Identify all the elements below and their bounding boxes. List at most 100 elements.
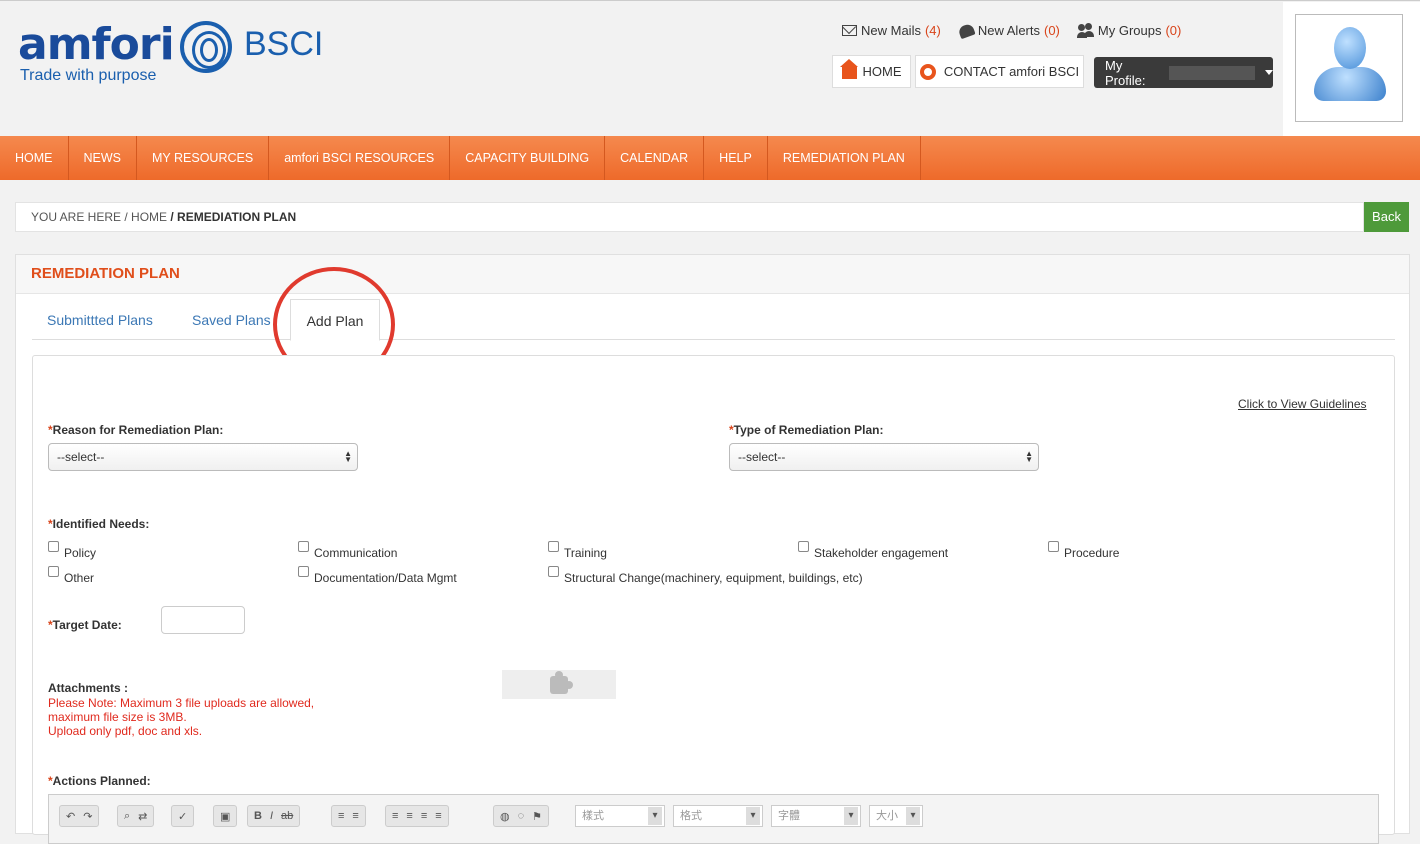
font-dropdown[interactable]: 字體 bbox=[771, 805, 861, 827]
breadcrumb-current: / REMEDIATION PLAN bbox=[170, 210, 297, 224]
add-plan-form: Click to View Guidelines *Reason for Rem… bbox=[32, 355, 1395, 844]
avatar-panel bbox=[1283, 2, 1420, 136]
need-policy[interactable]: Policy bbox=[48, 540, 96, 560]
reason-select-value: --select-- bbox=[57, 450, 105, 464]
need-procedure[interactable]: Procedure bbox=[1048, 540, 1119, 560]
nav-amfori-bsci-resources[interactable]: amfori BSCI RESOURCES bbox=[269, 136, 451, 180]
find-icon[interactable]: ⌕ bbox=[124, 810, 130, 823]
need-label: Policy bbox=[64, 546, 97, 560]
breadcrumb: YOU ARE HERE / HOME / REMEDIATION PLAN bbox=[15, 202, 1364, 232]
target-date-input[interactable] bbox=[161, 606, 245, 634]
contact-button[interactable]: CONTACT amfori BSCI bbox=[915, 55, 1084, 88]
need-other[interactable]: Other bbox=[48, 565, 94, 585]
new-alerts-link[interactable]: New Alerts (0) bbox=[957, 22, 1060, 39]
strikethrough-icon[interactable]: ab bbox=[281, 810, 293, 822]
bullet-list-icon[interactable]: ≡ bbox=[352, 810, 358, 822]
type-select-value: --select-- bbox=[738, 450, 786, 464]
panel-title: REMEDIATION PLAN bbox=[16, 255, 1409, 294]
nav-my-resources[interactable]: MY RESOURCES bbox=[137, 136, 270, 180]
align-left-icon[interactable]: ≡ bbox=[392, 810, 398, 822]
my-groups-label: My Groups bbox=[1097, 23, 1162, 38]
attachments-label: Attachments : bbox=[48, 681, 129, 695]
back-button[interactable]: Back bbox=[1364, 202, 1409, 232]
replace-icon[interactable]: ⇄ bbox=[138, 810, 147, 823]
nav-calendar[interactable]: CALENDAR bbox=[605, 136, 705, 180]
image-icon[interactable]: ▣ bbox=[220, 810, 230, 823]
nav-help[interactable]: HELP bbox=[704, 136, 768, 180]
need-label: Procedure bbox=[1064, 546, 1120, 560]
justify-icon[interactable]: ≡ bbox=[435, 810, 441, 822]
undo-icon[interactable]: ↶ bbox=[66, 810, 75, 823]
needs-label-text: Identified Needs: bbox=[52, 517, 150, 531]
my-profile-label: My Profile: bbox=[1105, 57, 1146, 88]
breadcrumb-prefix[interactable]: YOU ARE HERE / HOME bbox=[31, 210, 167, 224]
checkbox[interactable] bbox=[548, 541, 559, 552]
checkbox[interactable] bbox=[548, 566, 559, 577]
spellcheck-group: ✓ bbox=[171, 805, 195, 827]
guidelines-link[interactable]: Click to View Guidelines bbox=[1238, 397, 1367, 411]
checkbox[interactable] bbox=[48, 566, 59, 577]
avatar[interactable] bbox=[1295, 14, 1403, 122]
nav-news[interactable]: NEWS bbox=[69, 136, 137, 180]
logo-bsci: BSCI bbox=[244, 25, 324, 63]
checkbox[interactable] bbox=[298, 541, 309, 552]
new-mails-link[interactable]: New Mails (4) bbox=[842, 23, 941, 38]
need-training[interactable]: Training bbox=[548, 540, 607, 560]
need-label: Other bbox=[64, 571, 95, 585]
anchor-flag-icon[interactable]: ⚑ bbox=[532, 810, 542, 823]
target-date-label: *Target Date: bbox=[48, 618, 122, 632]
need-stakeholder[interactable]: Stakeholder engagement bbox=[798, 540, 948, 560]
italic-icon[interactable]: I bbox=[270, 810, 273, 822]
unlink-icon[interactable]: ◌ bbox=[518, 810, 525, 822]
spellcheck-icon[interactable]: ✓ bbox=[178, 810, 187, 823]
link-icon[interactable]: ◍ bbox=[500, 810, 510, 823]
my-groups-link[interactable]: My Groups (0) bbox=[1076, 23, 1181, 38]
profile-name-redacted bbox=[1169, 65, 1255, 80]
type-label: *Type of Remediation Plan: bbox=[729, 423, 883, 437]
type-select[interactable]: --select-- ▲ ▼ bbox=[729, 443, 1039, 471]
format-dropdown[interactable]: 格式 bbox=[673, 805, 763, 827]
new-alerts-label: New Alerts bbox=[977, 23, 1040, 38]
bold-icon[interactable]: B bbox=[254, 810, 262, 822]
size-dropdown[interactable]: 大小 bbox=[869, 805, 923, 827]
upload-plugin-placeholder[interactable] bbox=[502, 670, 616, 699]
lifebuoy-icon bbox=[919, 63, 936, 80]
nav-capacity-building[interactable]: CAPACITY BUILDING bbox=[450, 136, 606, 180]
actions-label-text: Actions Planned: bbox=[52, 774, 151, 788]
puzzle-icon bbox=[550, 670, 573, 694]
target-date-label-text: Target Date: bbox=[52, 618, 122, 632]
select-arrows-icon: ▲ ▼ bbox=[1025, 449, 1033, 464]
megaphone-icon bbox=[957, 22, 976, 39]
type-label-text: Type of Remediation Plan: bbox=[733, 423, 884, 437]
checkbox[interactable] bbox=[48, 541, 59, 552]
checkbox[interactable] bbox=[1048, 541, 1059, 552]
rich-text-editor[interactable]: ↶ ↷ ⌕ ⇄ ✓ ▣ BIab ≡ ≡ ≡ ≡ ≡ ≡ ◍ ◌ ⚑ 樣式 格式 字體 大小 bbox=[48, 794, 1379, 844]
reason-label: *Reason for Remediation Plan: bbox=[48, 423, 223, 437]
reason-select[interactable]: --select-- ▲ ▼ bbox=[48, 443, 358, 471]
need-structural-change[interactable]: Structural Change(machinery, equipment, … bbox=[548, 565, 863, 585]
my-profile-dropdown[interactable]: My Profile: bbox=[1094, 57, 1273, 88]
home-button[interactable]: HOME bbox=[832, 55, 911, 88]
avatar-head bbox=[1334, 27, 1366, 69]
note-line: Upload only pdf, doc and xls. bbox=[48, 724, 203, 738]
need-documentation[interactable]: Documentation/Data Mgmt bbox=[298, 565, 457, 585]
logo-wordmark: amfori bbox=[18, 19, 175, 70]
numbered-list-icon[interactable]: ≡ bbox=[338, 810, 344, 822]
tab-submitted-plans[interactable]: Submittted Plans bbox=[47, 312, 153, 328]
styles-dropdown[interactable]: 樣式 bbox=[575, 805, 665, 827]
need-communication[interactable]: Communication bbox=[298, 540, 397, 560]
top-links: New Mails (4) New Alerts (0) My Groups (0) bbox=[842, 22, 1181, 39]
align-center-icon[interactable]: ≡ bbox=[406, 810, 412, 822]
checkbox[interactable] bbox=[798, 541, 809, 552]
new-mails-count: (4) bbox=[924, 23, 941, 38]
align-right-icon[interactable]: ≡ bbox=[421, 810, 427, 822]
attachments-note: Please Note: Maximum 3 file uploads are … bbox=[48, 696, 314, 738]
redo-icon[interactable]: ↷ bbox=[83, 810, 92, 823]
nav-home[interactable]: HOME bbox=[0, 136, 69, 180]
plan-tabs: Submittted Plans Saved Plans Add Plan bbox=[32, 299, 1395, 341]
new-mails-label: New Mails bbox=[861, 23, 921, 38]
nav-remediation-plan[interactable]: REMEDIATION PLAN bbox=[768, 136, 921, 180]
checkbox[interactable] bbox=[298, 566, 309, 577]
tab-saved-plans[interactable]: Saved Plans bbox=[192, 312, 271, 328]
amfori-bsci-logo[interactable]: amfori BSCI Trade with purpose bbox=[18, 19, 323, 89]
